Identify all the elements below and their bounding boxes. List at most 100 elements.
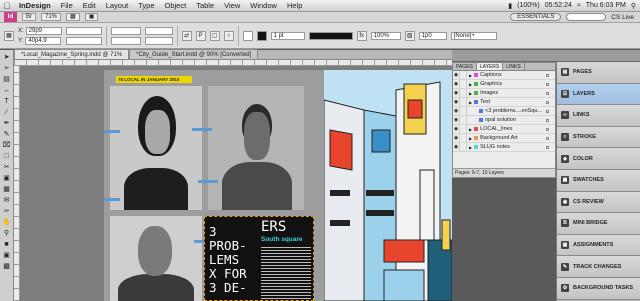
panel-mini-bridge[interactable]: B MINI BRIDGE [557, 213, 640, 235]
line-tool-icon[interactable]: ∕ [2, 108, 12, 117]
stroke-swatch-icon[interactable] [256, 30, 267, 41]
apple-icon[interactable]:  [0, 1, 14, 11]
text-wrap-icon[interactable]: P [195, 30, 206, 41]
layer-row[interactable]: ◉ ▶ Images [453, 89, 555, 98]
screen-mode-button[interactable]: ▣ [84, 13, 99, 21]
cs-live-button[interactable]: CS Live [611, 14, 640, 21]
menu-table[interactable]: Table [191, 1, 219, 10]
eyedropper-tool-icon[interactable]: ✑ [2, 207, 12, 216]
size-field[interactable]: 1p0 [418, 31, 447, 40]
type-tool-icon[interactable]: T [2, 97, 12, 106]
lock-toggle-icon[interactable] [460, 71, 467, 79]
bridge-button[interactable]: Br [22, 13, 36, 21]
spotlight-icon[interactable]: ⚲ [631, 2, 636, 10]
visibility-eye-icon[interactable]: ◉ [453, 143, 460, 151]
panel-background-tasks[interactable]: ⚙ BACKGROUND TASKS [557, 277, 640, 300]
rotate-field[interactable] [144, 26, 173, 35]
stroke-type-select[interactable] [308, 31, 353, 40]
panel-cs-review[interactable]: ◉ CS REVIEW [557, 191, 640, 214]
menu-window[interactable]: Window [245, 1, 282, 10]
tab-city-guide[interactable]: *City_Guide_Start.indd @ 90% [Converted] [129, 49, 259, 59]
disclosure-triangle-icon[interactable]: ▶ [469, 100, 472, 105]
panel-stroke[interactable]: ≡ STROKE [557, 126, 640, 149]
layer-row[interactable]: ◉ ▶ Captions [453, 71, 555, 80]
menu-app-indesign[interactable]: InDesign [14, 1, 56, 10]
rectangle-frame-tool-icon[interactable]: ⌧ [2, 141, 12, 150]
flip-icon[interactable]: ⇄ [181, 30, 192, 41]
gap-tool-icon[interactable]: ↔ [2, 86, 12, 95]
layer-row[interactable]: ◉ opal solution [453, 116, 555, 125]
menu-file[interactable]: File [56, 1, 78, 10]
pencil-tool-icon[interactable]: ✎ [2, 130, 12, 139]
fill-swatch-icon[interactable] [242, 30, 253, 41]
disclosure-triangle-icon[interactable]: ▶ [469, 127, 472, 132]
rectangle-tool-icon[interactable]: □ [2, 152, 12, 161]
page-tool-icon[interactable]: ▤ [2, 75, 12, 84]
visibility-eye-icon[interactable]: ◉ [453, 107, 460, 115]
layer-row[interactable]: ◉ ▶ Text [453, 98, 555, 107]
menu-object[interactable]: Object [160, 1, 192, 10]
portrait-man-image[interactable] [208, 86, 304, 210]
visibility-eye-icon[interactable]: ◉ [453, 80, 460, 88]
layer-select-square[interactable] [546, 128, 549, 131]
tab-pages[interactable]: PAGES [453, 63, 477, 70]
layer-select-square[interactable] [546, 74, 549, 77]
panel-pages[interactable]: ▤ PAGES [557, 62, 640, 84]
menu-type[interactable]: Type [133, 1, 159, 10]
drop-shadow-icon[interactable]: ▧ [404, 30, 415, 41]
screen-mode-icon[interactable]: ▩ [2, 262, 12, 271]
visibility-eye-icon[interactable]: ◉ [453, 98, 460, 106]
object-style-select[interactable]: [None]+ [450, 31, 497, 40]
select-content-icon[interactable]: ○ [223, 30, 234, 41]
lock-toggle-icon[interactable] [460, 98, 467, 106]
free-transform-tool-icon[interactable]: ▣ [2, 174, 12, 183]
menu-edit[interactable]: Edit [78, 1, 101, 10]
select-container-icon[interactable]: ▢ [209, 30, 220, 41]
disclosure-triangle-icon[interactable]: ▶ [469, 136, 472, 141]
visibility-eye-icon[interactable]: ◉ [453, 89, 460, 97]
effects-icon[interactable]: fx [356, 30, 367, 41]
gradient-tool-icon[interactable]: ▦ [2, 185, 12, 194]
portrait-bald-man-image[interactable] [110, 216, 202, 301]
note-tool-icon[interactable]: ✉ [2, 196, 12, 205]
lock-toggle-icon[interactable] [460, 89, 467, 97]
layer-row[interactable]: ◉ ▶ SLUG notes [453, 143, 555, 152]
visibility-eye-icon[interactable]: ◉ [453, 125, 460, 133]
battery-icon[interactable]: ▮ [508, 2, 512, 10]
layer-row[interactable]: ◉ ▶ Background Art [453, 134, 555, 143]
visibility-eye-icon[interactable]: ◉ [453, 71, 460, 79]
view-options-button[interactable]: ▦ [66, 13, 80, 21]
scale-y-field[interactable] [110, 36, 141, 45]
panel-swatches[interactable]: ▦ SWATCHES [557, 169, 640, 192]
lock-toggle-icon[interactable] [460, 134, 467, 142]
selection-tool-icon[interactable]: ➤ [2, 53, 12, 62]
pen-tool-icon[interactable]: ✒ [2, 119, 12, 128]
layer-row[interactable]: ◉ <3 problems....enSqu... [453, 107, 555, 116]
disclosure-triangle-icon[interactable]: ▶ [469, 91, 472, 96]
feature-text-frame[interactable]: 3 PROB- LEMS X FOR 3 DE- ERS South squar… [204, 216, 314, 301]
width-field[interactable] [65, 26, 102, 35]
panel-color[interactable]: ◈ COLOR [557, 148, 640, 170]
lock-toggle-icon[interactable] [460, 107, 467, 115]
menu-layout[interactable]: Layout [101, 1, 134, 10]
portrait-woman-image[interactable] [110, 86, 202, 210]
disclosure-triangle-icon[interactable]: ▶ [469, 73, 472, 78]
stroke-weight-field[interactable]: 1 pt [270, 31, 305, 40]
layer-select-square[interactable] [546, 101, 549, 104]
visibility-eye-icon[interactable]: ◉ [453, 134, 460, 142]
lock-toggle-icon[interactable] [460, 80, 467, 88]
zoom-select[interactable]: 71% [41, 13, 62, 21]
panel-track-changes[interactable]: ✎ TRACK CHANGES [557, 256, 640, 278]
opacity-field[interactable]: 100% [370, 31, 401, 40]
panel-layers[interactable]: ☰ LAYERS [557, 83, 640, 106]
menu-view[interactable]: View [219, 1, 245, 10]
tab-links[interactable]: LINKS [503, 63, 525, 70]
tab-layers[interactable]: LAYERS [476, 63, 504, 70]
panel-links[interactable]: ∞ LINKS [557, 105, 640, 127]
document-canvas[interactable]: 78 LOCAL IN JANUARY 2010 3 PROB- LEMS X … [20, 66, 452, 301]
y-field[interactable]: 40p4.9 [25, 36, 62, 45]
lock-toggle-icon[interactable] [460, 116, 467, 124]
scale-x-field[interactable] [110, 26, 141, 35]
layer-select-square[interactable] [546, 146, 549, 149]
shear-field[interactable] [144, 36, 173, 45]
